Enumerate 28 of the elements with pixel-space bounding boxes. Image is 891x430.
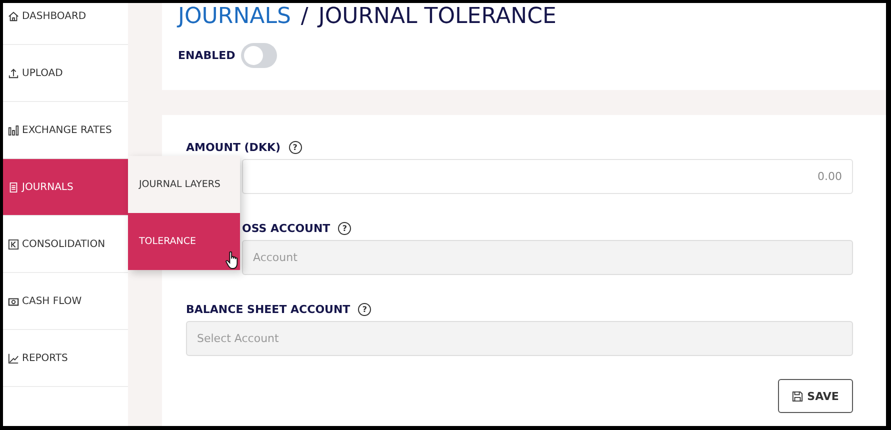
menu-item[interactable]: JOURNAL LAYERS xyxy=(128,156,240,213)
sidebar-item[interactable]: DASHBOARD xyxy=(3,3,128,45)
sidebar-item[interactable]: UPLOAD xyxy=(3,45,128,102)
amount-field[interactable]: 0.00 xyxy=(242,159,853,194)
field-label: BALANCE SHEET ACCOUNT xyxy=(186,302,350,316)
document-icon xyxy=(8,182,19,192)
bar-chart-icon xyxy=(8,124,19,136)
menu-item[interactable]: TOLERANCE xyxy=(128,213,240,270)
enabled-toggle[interactable] xyxy=(241,43,278,68)
field-label: AMOUNT (DKK) xyxy=(186,140,281,154)
help-icon[interactable]: ? xyxy=(338,222,352,234)
breadcrumb-separator: / xyxy=(300,3,308,31)
help-icon[interactable]: ? xyxy=(358,302,372,316)
line-chart-icon xyxy=(8,352,19,364)
hand-cursor-icon xyxy=(225,251,240,270)
upload-icon xyxy=(8,68,19,78)
page-title: JOURNAL TOLERANCE xyxy=(318,3,556,31)
save-button[interactable]: SAVE xyxy=(778,379,853,413)
sidebar-item[interactable]: JOURNALS xyxy=(3,159,128,216)
toggle-label: ENABLED xyxy=(178,49,236,62)
sidebar-item[interactable]: REPORTS xyxy=(3,330,128,387)
sidebar-item[interactable]: CASH FLOW xyxy=(3,273,128,330)
help-icon[interactable]: ? xyxy=(288,140,302,154)
breadcrumb-link[interactable]: JOURNALS xyxy=(178,3,291,31)
field-label: OSS ACCOUNT xyxy=(242,222,330,234)
banknote-icon xyxy=(8,296,19,306)
home-icon xyxy=(8,10,19,22)
save-icon xyxy=(792,390,804,402)
